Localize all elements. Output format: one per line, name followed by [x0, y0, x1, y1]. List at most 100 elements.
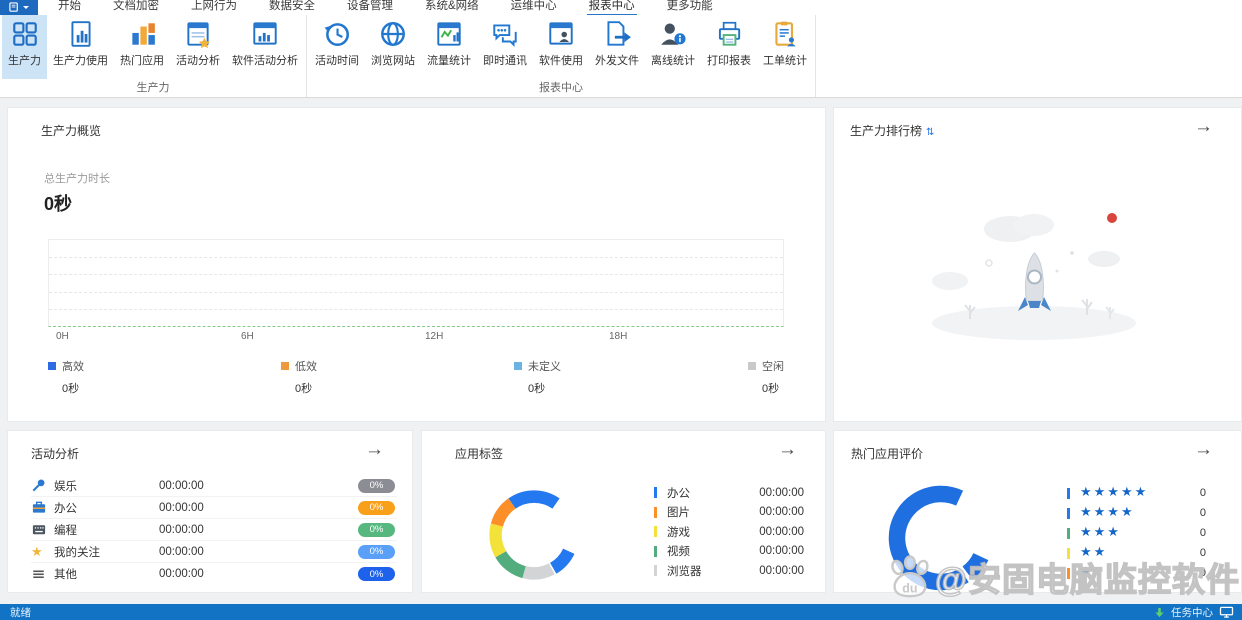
legend-item-efficient: 高效 0秒	[48, 358, 84, 396]
tab-report-center[interactable]: 报表中心	[587, 0, 637, 16]
percent-badge: 0%	[358, 523, 395, 537]
tag-label: 图片	[667, 504, 690, 520]
activity-row-programming[interactable]: 编程 00:00:00 0%	[31, 519, 397, 541]
ribbon-button-label: 软件使用	[539, 52, 583, 68]
gridline	[49, 292, 783, 293]
menu-bar: 开始 文档加密 上网行为 数据安全 设备管理 系统&网络 运维中心 报表中心 更…	[0, 0, 1242, 15]
tag-label: 浏览器	[667, 563, 702, 579]
legend-item-inefficient: 低效 0秒	[281, 358, 317, 396]
legend-swatch	[281, 362, 289, 370]
ribbon-group-label: 生产力	[2, 79, 304, 98]
tab-doc-encryption[interactable]: 文档加密	[111, 0, 161, 16]
app-window: 开始 文档加密 上网行为 数据安全 设备管理 系统&网络 运维中心 报表中心 更…	[0, 0, 1242, 620]
tag-row-browser[interactable]: 浏览器 00:00:00	[654, 561, 804, 581]
activity-row-office[interactable]: 办公 00:00:00 0%	[31, 497, 397, 519]
app-menu-button[interactable]	[0, 0, 38, 15]
ribbon-button-browse-websites[interactable]: 浏览网站	[365, 15, 421, 79]
ratings-donut-chart	[886, 483, 996, 593]
ribbon-group-report-center: 活动时间 浏览网站	[307, 15, 816, 97]
menu-lines-icon	[31, 567, 46, 581]
rating-row-1-star[interactable]: ★ 0	[1067, 563, 1206, 583]
activity-time: 00:00:00	[159, 480, 204, 492]
ribbon-button-label: 打印报表	[707, 52, 751, 68]
legend-value: 0秒	[762, 380, 784, 396]
rating-row-5-star[interactable]: ★★★★★ 0	[1067, 483, 1206, 503]
sort-icon[interactable]: ⇅	[926, 127, 934, 138]
tab-more-functions[interactable]: 更多功能	[665, 0, 715, 16]
tab-ops-center[interactable]: 运维中心	[509, 0, 559, 16]
legend-swatch	[748, 362, 756, 370]
stars-4: ★★★★	[1080, 504, 1135, 520]
ribbon-button-productivity-usage[interactable]: 生产力使用	[47, 15, 114, 79]
ribbon-button-activity-time[interactable]: 活动时间	[309, 15, 365, 79]
ribbon-button-software-usage[interactable]: 软件使用	[533, 15, 589, 79]
activity-time: 00:00:00	[159, 568, 204, 580]
tag-row-games[interactable]: 游戏 00:00:00	[654, 522, 804, 542]
percent-badge: 0%	[358, 501, 395, 515]
traffic-chart-icon	[434, 19, 464, 49]
ribbon-button-label: 软件活动分析	[232, 52, 298, 68]
ribbon-button-outgoing-files[interactable]: 外发文件	[589, 15, 645, 79]
activity-row-my-focus[interactable]: ★ 我的关注 00:00:00 0%	[31, 541, 397, 563]
rating-count: 0	[1200, 487, 1206, 499]
productivity-timeline-chart	[48, 239, 784, 327]
monitor-icon[interactable]	[1219, 606, 1234, 618]
rating-row-3-star[interactable]: ★★★ 0	[1067, 523, 1206, 543]
ribbon-button-label: 外发文件	[595, 52, 639, 68]
activity-row-other[interactable]: 其他 00:00:00 0%	[31, 563, 397, 585]
total-productivity-value: 0秒	[44, 190, 72, 216]
ribbon-button-activity-analysis[interactable]: 活动分析	[170, 15, 226, 79]
tag-row-office[interactable]: 办公 00:00:00	[654, 483, 804, 503]
ribbon-button-offline-stats[interactable]: 离线统计	[645, 15, 701, 79]
history-clock-icon	[322, 19, 352, 49]
panel-title: 生产力概览	[41, 122, 101, 139]
ribbon-button-productivity[interactable]: 生产力	[2, 15, 47, 79]
tab-data-security[interactable]: 数据安全	[267, 0, 317, 16]
tab-web-behavior[interactable]: 上网行为	[189, 0, 239, 16]
ribbon-button-software-activity[interactable]: 软件活动分析	[226, 15, 304, 79]
legend-swatch	[48, 362, 56, 370]
panel-app-tags: 应用标签 → 办公 00:00:00 图片 00:00:00 游戏	[421, 430, 826, 593]
microphone-icon	[31, 478, 46, 493]
tag-row-pictures[interactable]: 图片 00:00:00	[654, 503, 804, 523]
rating-count: 0	[1200, 567, 1206, 579]
rating-row-2-star[interactable]: ★★ 0	[1067, 543, 1206, 563]
tag-row-video[interactable]: 视频 00:00:00	[654, 542, 804, 562]
tab-device-mgmt[interactable]: 设备管理	[345, 0, 395, 16]
ribbon-button-label: 活动分析	[176, 52, 220, 68]
tag-label: 视频	[667, 543, 690, 559]
empty-state-illustration	[922, 201, 1147, 341]
legend-tick	[1067, 508, 1070, 519]
task-center-button[interactable]: 任务中心	[1171, 605, 1213, 620]
ribbon-button-label: 离线统计	[651, 52, 695, 68]
panel-title: 热门应用评价	[851, 445, 923, 462]
chevron-down-icon	[23, 6, 29, 9]
open-activity-arrow-icon[interactable]: →	[365, 439, 384, 461]
x-tick: 12H	[425, 331, 443, 342]
x-axis-ticks: 0H 6H 12H 18H	[48, 331, 784, 343]
legend-tick	[654, 487, 657, 498]
legend-tick	[1067, 528, 1070, 539]
ribbon-button-print-report[interactable]: 打印报表	[701, 15, 757, 79]
ribbon-button-label: 生产力	[8, 52, 41, 68]
ribbon-button-label: 浏览网站	[371, 52, 415, 68]
ribbon-button-ticket-stats[interactable]: 工单统计	[757, 15, 813, 79]
ribbon-button-hot-apps[interactable]: 热门应用	[114, 15, 170, 79]
rating-count: 0	[1200, 547, 1206, 559]
activity-row-entertainment[interactable]: 娱乐 00:00:00 0%	[31, 475, 397, 497]
open-tags-arrow-icon[interactable]: →	[778, 439, 797, 461]
panel-hot-app-ratings: 热门应用评价 → ★★★★★ 0 ★★★★ 0 ★★★ 0	[833, 430, 1242, 593]
tag-time: 00:00:00	[759, 506, 804, 518]
rating-row-4-star[interactable]: ★★★★ 0	[1067, 503, 1206, 523]
tab-system-network[interactable]: 系统&网络	[423, 0, 481, 16]
tags-legend: 办公 00:00:00 图片 00:00:00 游戏 00:00:00 视频 0…	[654, 483, 804, 581]
ribbon-button-label: 即时通讯	[483, 52, 527, 68]
x-tick: 18H	[609, 331, 627, 342]
panel-title: 生产力排行榜⇅	[850, 122, 934, 139]
ribbon-button-traffic-stats[interactable]: 流量统计	[421, 15, 477, 79]
tab-start[interactable]: 开始	[56, 0, 83, 16]
open-ranking-arrow-icon[interactable]: →	[1194, 116, 1213, 138]
legend-tick	[654, 507, 657, 518]
ribbon-button-instant-messaging[interactable]: 即时通讯	[477, 15, 533, 79]
open-ratings-arrow-icon[interactable]: →	[1194, 439, 1213, 461]
